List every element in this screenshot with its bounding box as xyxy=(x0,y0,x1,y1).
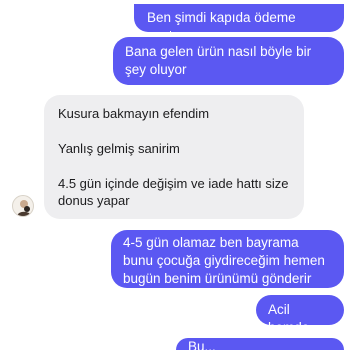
message-text: Bu... xyxy=(188,339,216,350)
contact-avatar-icon[interactable] xyxy=(12,195,34,217)
chat-thread: Ben şimdi kapıda ödeme yaptım Bana gelen… xyxy=(0,0,350,350)
message-text: Kusura bakmayın efendim xyxy=(58,106,210,121)
outgoing-message-bubble[interactable]: Acil hemde xyxy=(256,295,344,335)
outgoing-message-bubble[interactable]: Ben şimdi kapıda ödeme yaptım xyxy=(134,4,344,43)
message-text: Bana gelen ürün nasıl böyle bir şey oluy… xyxy=(125,44,312,77)
outgoing-message-bubble[interactable]: 4-5 gün olamaz ben bayrama bunu çocuğa g… xyxy=(111,230,344,304)
message-text: 4-5 gün olamaz ben bayrama bunu çocuğa g… xyxy=(123,235,325,304)
message-text: Acil hemde xyxy=(268,302,310,335)
message-text: 4.5 gün içinde değişim ve iade hattı siz… xyxy=(58,176,289,208)
incoming-message-bubble[interactable]: Kusura bakmayın efendim Yanlış gelmiş sa… xyxy=(44,95,304,219)
outgoing-message-bubble[interactable]: Bana gelen ürün nasıl böyle bir şey oluy… xyxy=(113,37,344,85)
avatar-image xyxy=(17,200,31,216)
message-text: Yanlış gelmiş sanirim xyxy=(58,141,180,156)
outgoing-message-bubble[interactable]: Bu... xyxy=(176,338,344,350)
